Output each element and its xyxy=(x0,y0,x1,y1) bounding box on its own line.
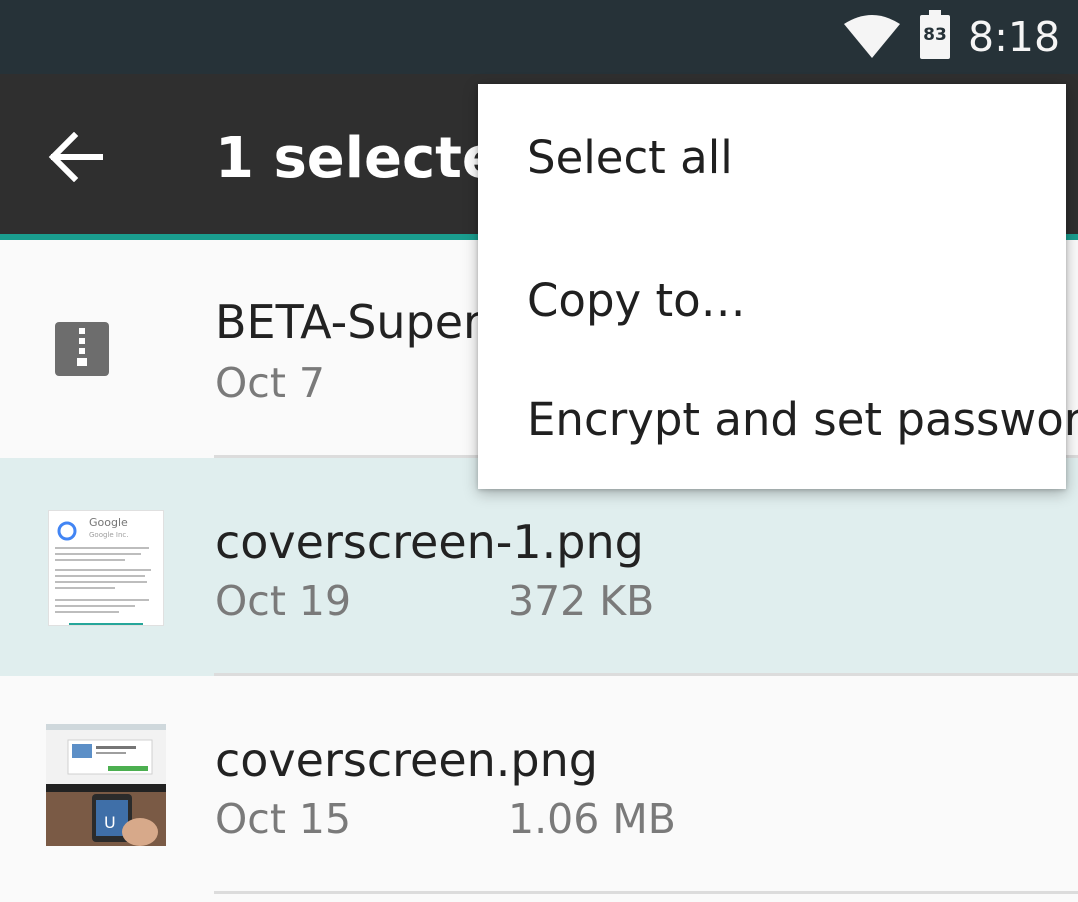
file-date: Oct 7 xyxy=(215,359,326,407)
clock: 8:18 xyxy=(968,13,1061,61)
file-date: Oct 19 xyxy=(215,577,352,625)
image-thumbnail: U xyxy=(46,724,166,846)
list-item[interactable]: U coverscreen.png Oct 15 1.06 MB xyxy=(0,676,1078,894)
menu-item-select-all[interactable]: Select all xyxy=(527,130,1047,186)
status-bar: 83 8:18 xyxy=(0,0,1078,74)
menu-item-copy-to[interactable]: Copy to… xyxy=(527,273,1047,329)
file-size: 1.06 MB xyxy=(508,795,676,843)
divider xyxy=(214,891,1078,894)
overflow-menu: Select all Copy to… Encrypt and set pass… xyxy=(478,84,1078,489)
svg-text:U: U xyxy=(104,813,116,832)
image-thumbnail: Google Google Inc. xyxy=(48,510,164,626)
file-name: coverscreen-1.png xyxy=(215,515,644,569)
wifi-full-icon xyxy=(844,15,900,58)
file-date: Oct 15 xyxy=(215,795,352,843)
file-size: 372 KB xyxy=(508,577,655,625)
svg-text:Google Inc.: Google Inc. xyxy=(89,531,128,539)
thumbnail-screenshot-preview: U xyxy=(46,724,166,846)
thumbnail-document-preview: Google Google Inc. xyxy=(55,516,151,625)
selection-count-title: 1 selected xyxy=(215,126,485,191)
list-item-selected[interactable]: Google Google Inc. coverscreen-1.png Oct… xyxy=(0,458,1078,676)
arrow-back-icon[interactable] xyxy=(48,132,104,182)
file-name: coverscreen.png xyxy=(215,733,598,787)
battery-level: 83 xyxy=(923,25,947,45)
svg-text:Google: Google xyxy=(89,516,128,529)
battery-icon: 83 xyxy=(920,10,950,59)
menu-item-encrypt-and-set-password[interactable]: Encrypt and set password xyxy=(527,392,1078,448)
zip-archive-icon xyxy=(55,322,109,376)
